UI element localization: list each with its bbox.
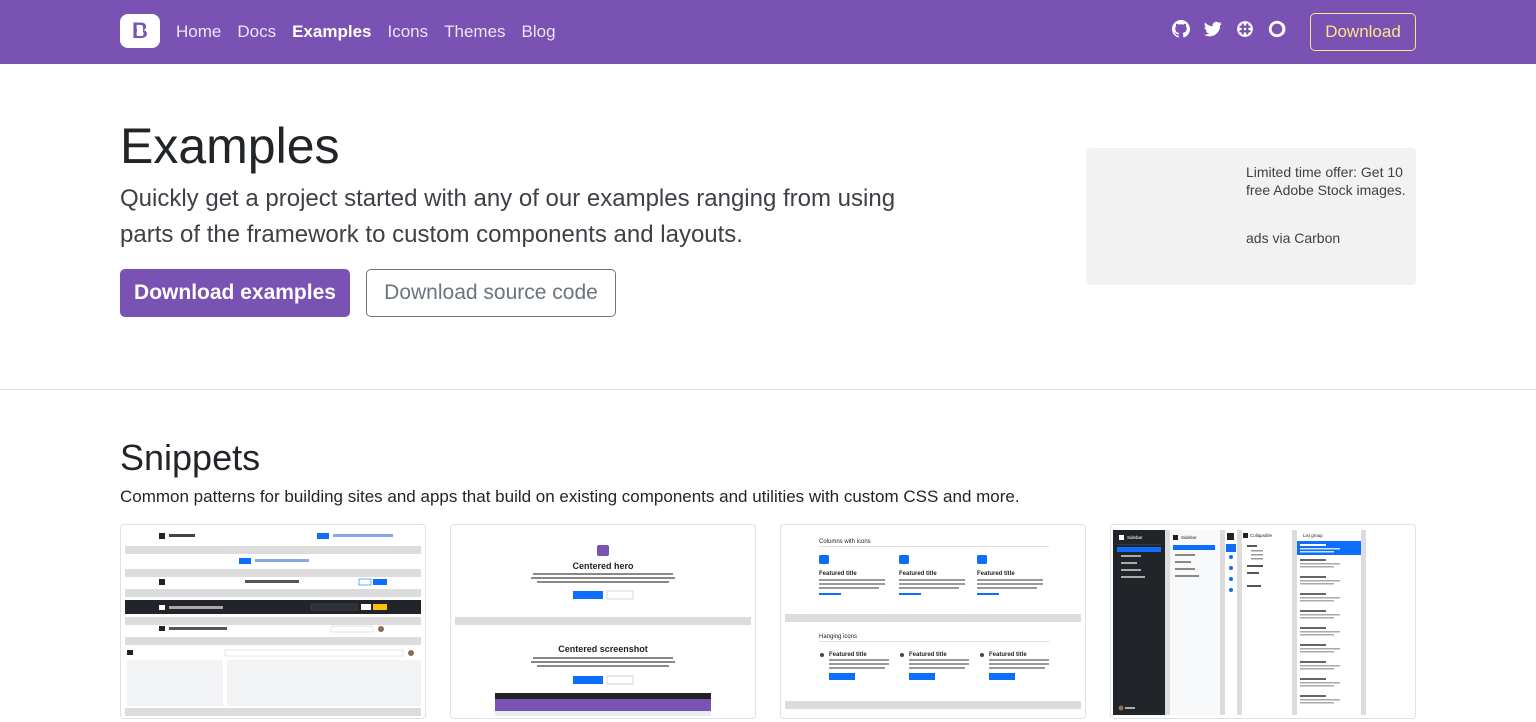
logo-letter: B — [132, 18, 148, 43]
navbar: B Home Docs Examples Icons Themes Blog D… — [0, 0, 1536, 64]
snippet-card-sidebars[interactable]: Sidebar Sidebar Collapsible List group — [1110, 524, 1416, 719]
features-mini-col3: Featured title — [977, 571, 1015, 577]
ad-text[interactable]: Limited time offer: Get 10 free Adobe St… — [1246, 163, 1408, 199]
hanging-mini-col1: Featured title — [829, 652, 867, 658]
page-title: Examples — [120, 118, 340, 174]
nav-home[interactable]: Home — [176, 20, 221, 44]
snippet-card-features[interactable]: Columns with icons Featured title Featur… — [780, 524, 1086, 719]
sidebar-mini-label-3: Collapsible — [1250, 533, 1273, 538]
snippets-description: Common patterns for building sites and a… — [120, 487, 1020, 506]
snippet-card-headers[interactable] — [120, 524, 426, 719]
page-lead: Quickly get a project started with any o… — [120, 185, 896, 248]
nav-blog[interactable]: Blog — [522, 20, 556, 44]
sidebar-mini-label-1: Sidebar — [1127, 535, 1143, 540]
social-icons — [1172, 20, 1286, 38]
download-source-button[interactable]: Download source code — [366, 269, 616, 317]
slack-icon[interactable] — [1236, 20, 1254, 38]
sidebar-mini-label-2: Sidebar — [1181, 535, 1197, 540]
features-thumbnail: Columns with icons Featured title Featur… — [785, 539, 1081, 709]
hero-mini-screenshot-title: Centered screenshot — [558, 644, 648, 654]
ad-via[interactable]: ads via Carbon — [1246, 230, 1340, 246]
hanging-mini-col3: Featured title — [989, 652, 1027, 658]
carbon-ad[interactable]: Limited time offer: Get 10 free Adobe St… — [1086, 148, 1416, 285]
headers-thumbnail — [125, 533, 421, 716]
download-examples-button[interactable]: Download examples — [120, 269, 350, 317]
heroes-thumbnail: Centered hero Centered screenshot — [455, 545, 751, 716]
nav-links: Home Docs Examples Icons Themes Blog — [176, 20, 572, 44]
sidebars-thumbnail: Sidebar Sidebar Collapsible List group — [1113, 530, 1366, 715]
features-mini-col2: Featured title — [899, 571, 937, 577]
download-button[interactable]: Download — [1310, 13, 1416, 51]
hanging-mini-col2: Featured title — [909, 652, 947, 658]
features-mini-h2: Hanging icons — [819, 634, 857, 640]
snippets-title: Snippets — [120, 437, 261, 478]
twitter-icon[interactable] — [1204, 20, 1222, 38]
sidebar-mini-label-4: List group — [1303, 533, 1323, 538]
bootstrap-logo[interactable]: B — [120, 14, 160, 48]
section-divider — [0, 389, 1536, 390]
nav-docs[interactable]: Docs — [237, 20, 276, 44]
nav-icons[interactable]: Icons — [387, 20, 428, 44]
nav-examples[interactable]: Examples — [292, 20, 371, 44]
features-mini-h1: Columns with icons — [819, 539, 871, 545]
open-collective-icon[interactable] — [1268, 20, 1286, 38]
features-mini-col1: Featured title — [819, 571, 857, 577]
github-icon[interactable] — [1172, 20, 1190, 38]
hero-mini-title: Centered hero — [572, 561, 634, 571]
nav-themes[interactable]: Themes — [444, 20, 505, 44]
snippet-card-heroes[interactable]: Centered hero Centered screenshot — [450, 524, 756, 719]
